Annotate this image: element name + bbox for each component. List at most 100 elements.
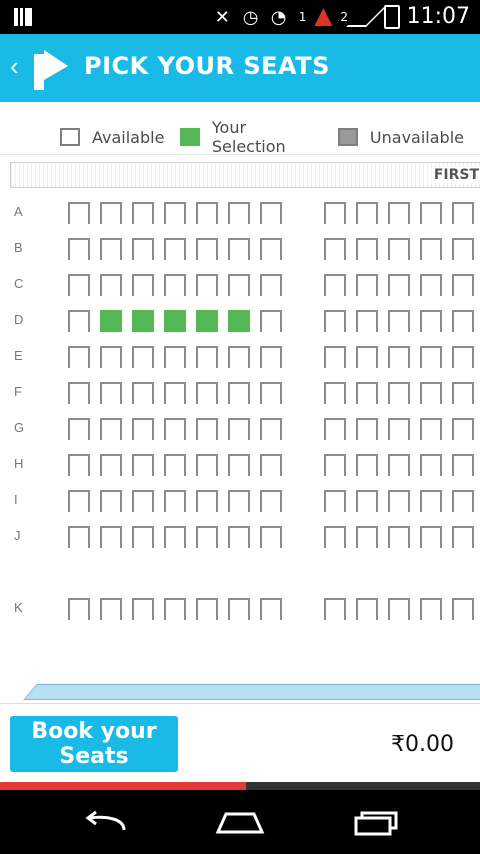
seat-available[interactable] [228, 598, 250, 620]
seat-available[interactable] [68, 418, 90, 440]
seat-available[interactable] [324, 382, 346, 404]
seat-available[interactable] [68, 238, 90, 260]
seat-available[interactable] [324, 598, 346, 620]
seat-available[interactable] [260, 490, 282, 512]
seat-available[interactable] [388, 238, 410, 260]
seat-available[interactable] [356, 418, 378, 440]
nav-back-icon[interactable] [84, 810, 130, 836]
seat-available[interactable] [260, 346, 282, 368]
seat-available[interactable] [324, 526, 346, 548]
seat-available[interactable] [452, 598, 474, 620]
seat-available[interactable] [132, 274, 154, 296]
seat-available[interactable] [68, 310, 90, 332]
seat-available[interactable] [132, 490, 154, 512]
seat-available[interactable] [388, 526, 410, 548]
seat-available[interactable] [260, 418, 282, 440]
seat-available[interactable] [100, 382, 122, 404]
seat-available[interactable] [196, 490, 218, 512]
seat-available[interactable] [324, 274, 346, 296]
seat-available[interactable] [452, 526, 474, 548]
seat-available[interactable] [420, 454, 442, 476]
seat-available[interactable] [452, 382, 474, 404]
seat-available[interactable] [324, 346, 346, 368]
seat-available[interactable] [132, 418, 154, 440]
seat-available[interactable] [100, 526, 122, 548]
seat-available[interactable] [68, 346, 90, 368]
seat-available[interactable] [420, 202, 442, 224]
seat-available[interactable] [260, 310, 282, 332]
seat-available[interactable] [164, 598, 186, 620]
seat-selected[interactable] [196, 310, 218, 332]
seat-available[interactable] [228, 526, 250, 548]
seat-available[interactable] [196, 238, 218, 260]
seat-available[interactable] [100, 598, 122, 620]
seat-available[interactable] [100, 490, 122, 512]
seat-available[interactable] [420, 418, 442, 440]
seat-available[interactable] [388, 490, 410, 512]
seat-available[interactable] [164, 526, 186, 548]
seat-available[interactable] [452, 454, 474, 476]
seat-available[interactable] [164, 454, 186, 476]
seat-available[interactable] [196, 454, 218, 476]
seat-available[interactable] [356, 490, 378, 512]
seat-available[interactable] [356, 382, 378, 404]
seat-available[interactable] [164, 346, 186, 368]
seat-available[interactable] [164, 382, 186, 404]
seat-available[interactable] [228, 490, 250, 512]
seat-available[interactable] [324, 310, 346, 332]
seat-available[interactable] [420, 238, 442, 260]
seat-available[interactable] [132, 382, 154, 404]
seat-available[interactable] [452, 418, 474, 440]
seat-available[interactable] [164, 274, 186, 296]
seat-available[interactable] [420, 274, 442, 296]
seat-available[interactable] [100, 238, 122, 260]
seat-available[interactable] [324, 418, 346, 440]
seat-available[interactable] [68, 274, 90, 296]
seat-available[interactable] [132, 526, 154, 548]
seat-available[interactable] [388, 598, 410, 620]
seat-selected[interactable] [164, 310, 186, 332]
back-chevron-icon[interactable]: ‹ [10, 53, 19, 79]
seat-available[interactable] [260, 526, 282, 548]
seat-available[interactable] [132, 598, 154, 620]
seat-available[interactable] [260, 202, 282, 224]
seat-available[interactable] [356, 598, 378, 620]
seat-available[interactable] [388, 418, 410, 440]
seat-available[interactable] [196, 274, 218, 296]
seat-available[interactable] [196, 202, 218, 224]
seat-available[interactable] [388, 274, 410, 296]
seat-available[interactable] [196, 346, 218, 368]
seat-available[interactable] [228, 382, 250, 404]
seat-available[interactable] [100, 346, 122, 368]
nav-home-icon[interactable] [214, 810, 266, 836]
seat-available[interactable] [260, 238, 282, 260]
seat-available[interactable] [196, 418, 218, 440]
seat-available[interactable] [388, 454, 410, 476]
seat-available[interactable] [228, 418, 250, 440]
seat-available[interactable] [388, 202, 410, 224]
seat-available[interactable] [132, 202, 154, 224]
seat-available[interactable] [228, 454, 250, 476]
seat-available[interactable] [356, 310, 378, 332]
seat-available[interactable] [452, 238, 474, 260]
seat-available[interactable] [100, 454, 122, 476]
seat-available[interactable] [420, 598, 442, 620]
seat-available[interactable] [324, 490, 346, 512]
seat-available[interactable] [68, 454, 90, 476]
seat-selected[interactable] [228, 310, 250, 332]
seat-available[interactable] [164, 490, 186, 512]
seat-available[interactable] [356, 238, 378, 260]
seat-available[interactable] [164, 238, 186, 260]
seat-available[interactable] [356, 346, 378, 368]
seat-available[interactable] [452, 274, 474, 296]
seat-available[interactable] [164, 418, 186, 440]
seat-available[interactable] [132, 238, 154, 260]
seat-available[interactable] [260, 598, 282, 620]
seat-available[interactable] [452, 490, 474, 512]
seat-available[interactable] [228, 238, 250, 260]
seat-available[interactable] [196, 598, 218, 620]
seat-available[interactable] [388, 346, 410, 368]
seat-available[interactable] [420, 346, 442, 368]
seat-available[interactable] [100, 418, 122, 440]
seat-available[interactable] [228, 202, 250, 224]
